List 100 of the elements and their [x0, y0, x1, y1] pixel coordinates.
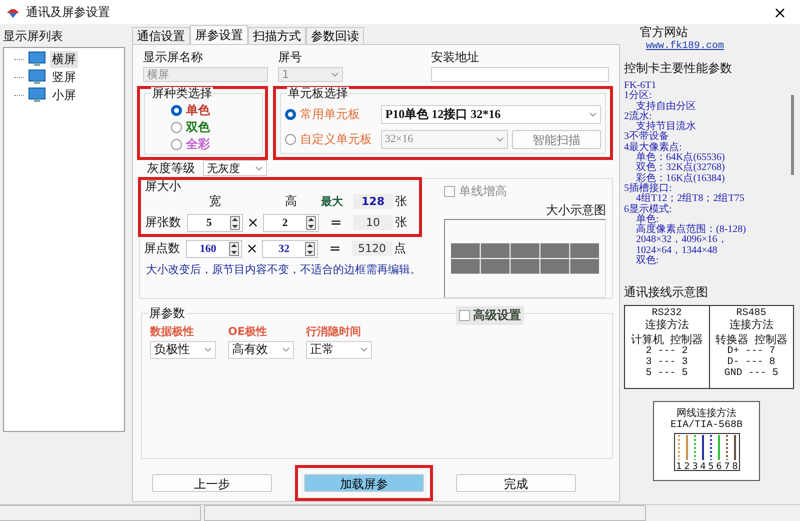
param-dropdown[interactable]: 正常: [306, 340, 372, 359]
field-label: 灰度等级: [147, 160, 195, 177]
param-label: OE极性: [228, 324, 268, 339]
unit-label: 张: [395, 214, 408, 232]
advanced-option[interactable]: 高级设置: [456, 306, 524, 325]
tab[interactable]: 扫描方式: [248, 27, 306, 44]
wiring-header: RS485: [736, 308, 766, 319]
size-note: 大小改变后，原节目内容不变，不适合的边框需再编辑。: [145, 262, 422, 277]
network-title: 网线连接方法: [676, 406, 736, 420]
tab[interactable]: 屏参设置: [190, 25, 248, 44]
close-button[interactable]: ×: [760, 1, 800, 23]
spin-field[interactable]: 32: [262, 240, 318, 258]
spec-line: 高度像素点范围：(8-128): [635, 225, 747, 236]
checkbox[interactable]: [459, 310, 470, 321]
wiring-row: D+ --- 7: [727, 346, 776, 357]
times-sign: ×: [246, 214, 260, 231]
field-label: 安装地址: [431, 49, 480, 66]
spinner-icon[interactable]: [229, 242, 239, 256]
panel-label: 显示屏列表: [2, 28, 64, 45]
row-label: 屏张数: [145, 214, 182, 232]
wiring-title: 通讯接线示意图: [624, 284, 709, 301]
radio-button[interactable]: [171, 122, 182, 133]
param-label: 数据极性: [150, 324, 195, 339]
spinner-icon[interactable]: [306, 216, 316, 230]
spec-line: 1分区:: [624, 91, 652, 102]
pin-number: 2: [684, 462, 690, 471]
unit-label: 张: [395, 192, 408, 210]
spin-field[interactable]: 5: [187, 214, 243, 232]
pin-number: 1: [676, 462, 682, 471]
column-header: 控制器: [754, 334, 788, 345]
wiring-row: 5 --- 5: [646, 368, 688, 379]
times-sign: ×: [245, 240, 259, 257]
specs-title: 控制卡主要性能参数: [624, 60, 733, 77]
spec-line: FK-6T1: [624, 81, 658, 91]
chevron-icon: [255, 166, 263, 171]
wiring-row: GND --- 5: [724, 368, 778, 379]
spinner-icon[interactable]: [230, 216, 240, 230]
action-button[interactable]: 上一步: [152, 474, 272, 492]
radio-button[interactable]: [171, 138, 182, 150]
pin-number: 8: [732, 462, 738, 471]
spin-field[interactable]: 2: [263, 214, 319, 232]
tab[interactable]: 参数回读: [306, 27, 364, 44]
website-link[interactable]: www.fk189.com: [646, 41, 794, 52]
spec-line: 4最大像素点:: [624, 142, 682, 153]
max-label: 最大: [321, 194, 344, 209]
wiring-header: 连接方法: [729, 319, 774, 330]
wiring-header: RS232: [652, 308, 682, 319]
chevron-icon: [360, 347, 368, 352]
monitor-icon: [28, 87, 46, 103]
action-button[interactable]: 加载屏参: [304, 474, 424, 492]
param-dropdown[interactable]: 负极性: [150, 340, 216, 359]
spec-line: 5插槽接口:: [624, 184, 673, 194]
website-label: 官方网站: [640, 24, 689, 40]
column-header: 转换器: [715, 334, 748, 345]
pin-number: 5: [708, 462, 714, 471]
radio-button[interactable]: [171, 104, 182, 116]
radio-label: 常用单元板: [300, 106, 361, 123]
pin-number: 4: [700, 462, 706, 471]
radio-label: 全彩: [186, 136, 210, 153]
spec-line: 2流水:: [624, 112, 652, 122]
equals-sign: =: [328, 240, 342, 257]
param-label: 行消隐时间: [306, 324, 362, 339]
spec-line: 1024×64，1344×48: [635, 246, 718, 256]
tab[interactable]: 通信设置: [132, 27, 190, 44]
row-label: 屏点数: [144, 240, 181, 258]
tree-item[interactable]: 竖屏: [50, 68, 78, 86]
radio-button[interactable]: [285, 108, 296, 120]
spin-field[interactable]: 160: [186, 240, 242, 258]
address-field[interactable]: [431, 67, 609, 82]
group-title: 屏参数: [148, 306, 186, 320]
unit-label: 点: [394, 240, 407, 258]
spec-line: 3不带设备: [624, 132, 669, 142]
scrollbar[interactable]: [791, 95, 794, 175]
unit-board-dropdown[interactable]: P10单色 12接口 32*16: [381, 104, 601, 124]
chevron-icon: [204, 347, 212, 352]
column-label: 高: [284, 192, 298, 210]
param-dropdown[interactable]: 高有效: [228, 340, 294, 359]
chevron-icon: [589, 112, 597, 117]
max-value: 128: [353, 194, 393, 209]
group-title: 屏种类选择: [151, 86, 213, 100]
chevron-icon: [496, 136, 504, 142]
radio-button[interactable]: [285, 134, 296, 145]
tree-item[interactable]: 小屏: [50, 86, 78, 104]
result-value: 10: [353, 215, 393, 230]
spec-line: 4组T12；2组T8；2组T75: [636, 194, 746, 204]
field-label: 屏号: [278, 49, 303, 66]
pin-number: 7: [724, 462, 730, 471]
equals-sign: =: [329, 214, 343, 231]
monitor-icon: [28, 51, 46, 67]
action-button[interactable]: 完成: [456, 474, 576, 492]
monitor-icon: [28, 69, 46, 85]
group-title: 单元板选择: [287, 86, 349, 100]
checkbox[interactable]: [444, 186, 455, 197]
spinner-icon[interactable]: [305, 242, 315, 256]
spec-line: 2048×32，4096×16，: [635, 235, 728, 246]
spec-line: 支持自由分区: [636, 102, 697, 112]
spec-line: 6显示模式:: [624, 204, 673, 215]
tree-item[interactable]: 横屏: [50, 50, 78, 68]
spec-line: 双色：32K点(32768): [635, 163, 726, 174]
shade-level-dropdown[interactable]: 无灰度: [203, 160, 267, 176]
